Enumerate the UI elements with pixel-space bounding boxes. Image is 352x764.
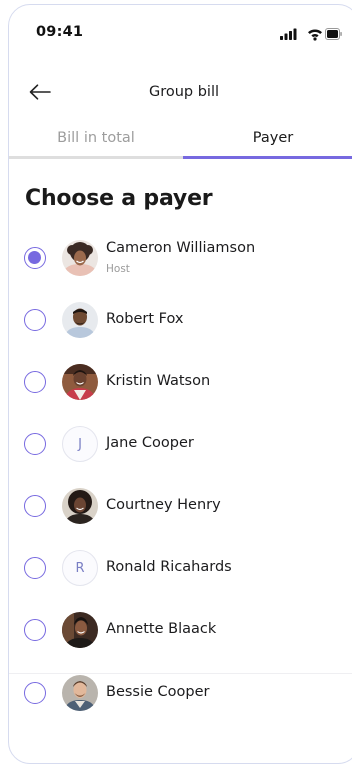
payer-item-annette-blaack[interactable]: Annette Blaack bbox=[9, 611, 352, 673]
payer-name: Bessie Cooper bbox=[106, 684, 210, 700]
radio-unselected[interactable] bbox=[24, 619, 46, 641]
radio-unselected[interactable] bbox=[24, 309, 46, 331]
avatar bbox=[62, 240, 98, 276]
payer-name: Annette Blaack bbox=[106, 621, 217, 637]
status-time: 09:41 bbox=[36, 24, 84, 40]
wifi-icon bbox=[308, 29, 322, 41]
avatar bbox=[62, 675, 98, 711]
payer-item-bessie-cooper[interactable]: Bessie Cooper bbox=[9, 673, 352, 736]
section-title: Choose a payer bbox=[25, 186, 213, 211]
radio-unselected[interactable] bbox=[24, 433, 46, 455]
status-bar: 09:41 bbox=[9, 5, 352, 57]
avatar-initial: R bbox=[62, 550, 98, 586]
signal-icon bbox=[280, 28, 297, 40]
payer-name: Courtney Henry bbox=[106, 497, 221, 513]
avatar-initial: J bbox=[62, 426, 98, 462]
radio-unselected[interactable] bbox=[24, 371, 46, 393]
payer-name: Cameron Williamson bbox=[106, 240, 256, 256]
radio-unselected[interactable] bbox=[24, 557, 46, 579]
payer-list: Cameron Williamson Host Robert Fox Krist… bbox=[9, 239, 352, 736]
battery-icon bbox=[325, 28, 342, 40]
radio-unselected[interactable] bbox=[24, 495, 46, 517]
payer-name: Jane Cooper bbox=[106, 435, 194, 451]
avatar bbox=[62, 488, 98, 524]
payer-name: Kristin Watson bbox=[106, 373, 211, 389]
payer-item-kristin-watson[interactable]: Kristin Watson bbox=[9, 363, 352, 425]
payer-item-robert-fox[interactable]: Robert Fox bbox=[9, 301, 352, 363]
payer-name: Robert Fox bbox=[106, 311, 184, 327]
radio-unselected[interactable] bbox=[24, 682, 46, 704]
radio-selected[interactable] bbox=[24, 247, 46, 269]
tab-bill-in-total[interactable]: Bill in total bbox=[9, 122, 183, 159]
tab-payer[interactable]: Payer bbox=[183, 122, 352, 159]
payer-item-courtney-henry[interactable]: Courtney Henry bbox=[9, 487, 352, 549]
app-header: Group bill bbox=[9, 75, 352, 111]
status-icons bbox=[280, 28, 342, 41]
payer-name: Ronald Ricahards bbox=[106, 559, 232, 575]
payer-role: Host bbox=[106, 263, 130, 275]
payer-item-cameron-williamson[interactable]: Cameron Williamson Host bbox=[9, 239, 352, 301]
page-title: Group bill bbox=[148, 84, 220, 100]
tab-bar: Bill in total Payer bbox=[9, 122, 352, 162]
payer-item-ronald-ricahards[interactable]: R Ronald Ricahards bbox=[9, 549, 352, 611]
phone-frame: 09:41 Group bill Bill in total Payer Cho… bbox=[8, 4, 352, 764]
avatar bbox=[62, 302, 98, 338]
avatar bbox=[62, 612, 98, 648]
payer-item-jane-cooper[interactable]: J Jane Cooper bbox=[9, 425, 352, 487]
avatar bbox=[62, 364, 98, 400]
